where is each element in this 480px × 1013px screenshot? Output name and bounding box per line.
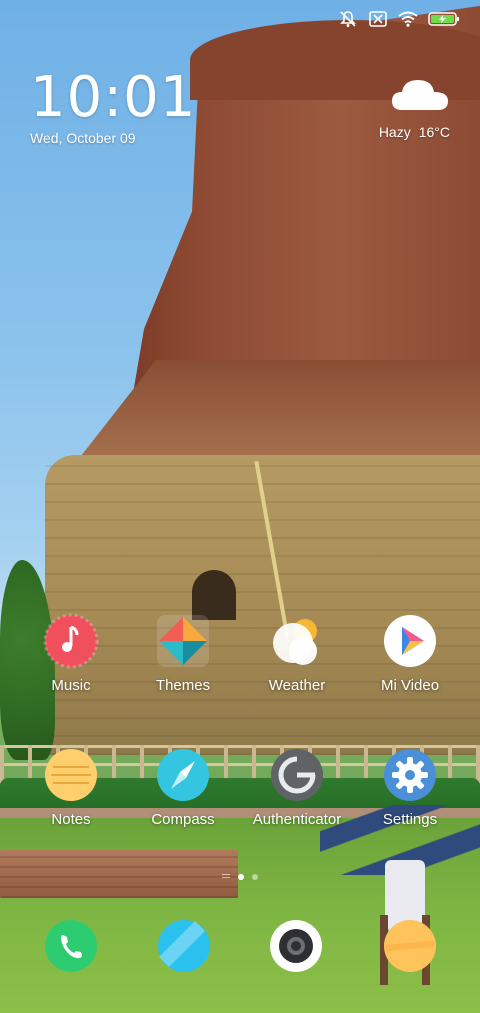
- clock-time: 10:01: [30, 65, 197, 130]
- phone-icon[interactable]: [43, 918, 99, 974]
- weather-condition: Hazy: [378, 124, 411, 140]
- app-label: Notes: [51, 811, 91, 828]
- wifi-icon: [398, 10, 418, 28]
- app-music[interactable]: Music: [16, 613, 126, 694]
- camera-icon[interactable]: [268, 918, 324, 974]
- weather-icon: [273, 619, 317, 665]
- mute-bell-icon: [338, 10, 358, 28]
- app-label: Settings: [382, 811, 438, 828]
- browser-icon[interactable]: [382, 918, 438, 974]
- app-settings[interactable]: Settings: [355, 747, 465, 828]
- app-label: Authenticator: [252, 811, 342, 828]
- app-mi-video[interactable]: Mi Video: [355, 613, 465, 694]
- page-indicator-dot: [252, 874, 258, 880]
- app-label: Compass: [151, 811, 215, 828]
- page-indicator-lines: [222, 874, 230, 880]
- music-icon: [43, 613, 99, 669]
- notes-icon: [45, 749, 97, 801]
- status-bar: [338, 10, 460, 28]
- clock-widget[interactable]: 10:01 Wed, October 09: [30, 65, 197, 147]
- messages-icon[interactable]: [156, 918, 212, 974]
- app-compass[interactable]: Compass: [128, 747, 238, 828]
- app-authenticator[interactable]: Authenticator: [242, 747, 352, 828]
- themes-icon: [157, 615, 209, 667]
- app-weather[interactable]: Weather: [242, 613, 352, 694]
- app-notes[interactable]: Notes: [16, 747, 126, 828]
- wallpaper: [0, 0, 480, 1013]
- page-indicator[interactable]: [0, 874, 480, 880]
- gear-icon: [384, 749, 436, 801]
- authenticator-icon: [271, 749, 323, 801]
- page-indicator-dot-active: [238, 874, 244, 880]
- app-label: Themes: [155, 677, 211, 694]
- app-label: Weather: [268, 677, 326, 694]
- weather-temperature: 16°C: [418, 124, 450, 140]
- clock-date: Wed, October 09: [30, 130, 136, 146]
- cloud-icon: [392, 80, 448, 110]
- app-themes[interactable]: Themes: [128, 613, 238, 694]
- app-label: Music: [51, 677, 91, 694]
- no-sim-icon: [368, 10, 388, 28]
- compass-icon: [157, 749, 209, 801]
- video-play-icon: [384, 615, 436, 667]
- weather-widget[interactable]: Hazy 16°C: [360, 74, 450, 140]
- app-label: Mi Video: [380, 677, 440, 694]
- battery-charging-icon: [428, 10, 460, 28]
